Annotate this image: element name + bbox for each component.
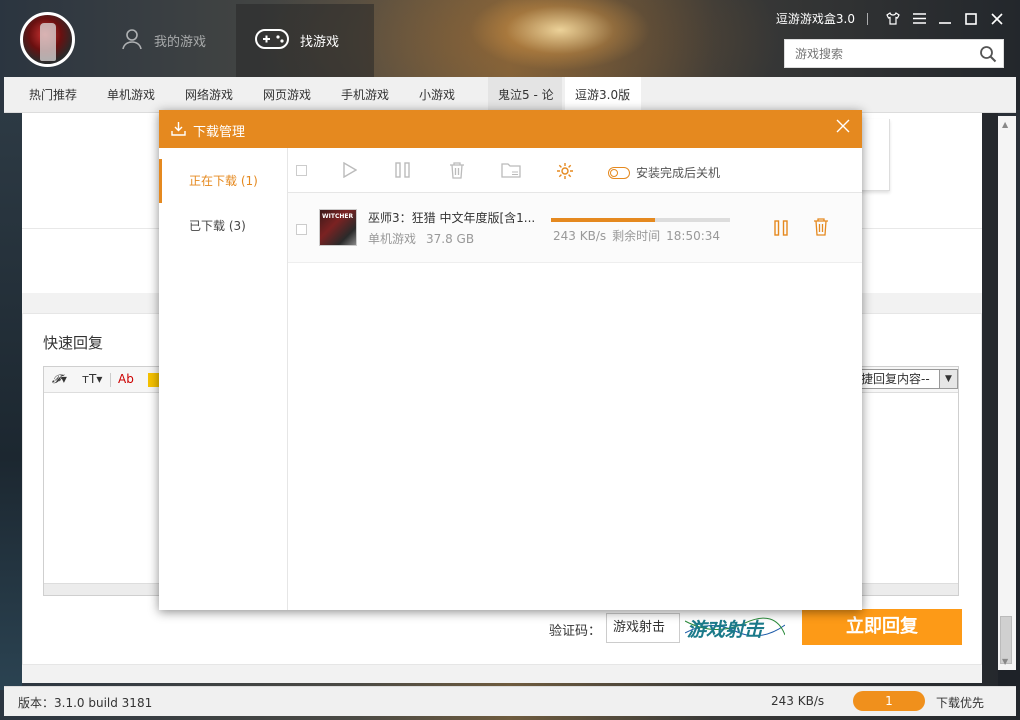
- font-family-icon[interactable]: 𝓕▾: [52, 372, 67, 387]
- captcha-glyphs: 游戏射击: [687, 619, 764, 641]
- download-speed-value: 243 KB/s: [553, 229, 607, 243]
- toggle-switch: [608, 166, 630, 179]
- select-all-checkbox[interactable]: [296, 165, 307, 179]
- dialog-title: 下载管理: [193, 125, 246, 140]
- pause-icon[interactable]: [774, 220, 788, 239]
- gamepad-icon: [254, 26, 290, 56]
- scroll-up-icon[interactable]: ▲: [1002, 120, 1008, 129]
- thumb-title: WITCHER: [322, 213, 354, 220]
- game-meta: 单机游戏 37.8 GB: [368, 230, 484, 247]
- download-sidebar: 正在下载 (1) 已下载 (3): [159, 148, 288, 610]
- download-icon: [171, 121, 186, 139]
- page-tab-devil-may-cry[interactable]: 鬼泣5 - 论: [488, 77, 562, 113]
- user-avatar[interactable]: [20, 12, 75, 67]
- minimize-icon[interactable]: [938, 12, 952, 26]
- settings-gear-icon[interactable]: [556, 162, 574, 183]
- user-icon: [120, 27, 144, 55]
- download-item[interactable]: WITCHER 巫师3：狂猎 中文年度版[含1... 单机游戏 37.8 GB 2…: [288, 193, 862, 263]
- nav-find-games-label: 找游戏: [300, 35, 340, 50]
- search-box: [784, 39, 1004, 68]
- download-rate: 243 KB/s 剩余时间 18:50:34: [553, 227, 726, 244]
- search-input[interactable]: [785, 40, 975, 67]
- top-header: 我的游戏 找游戏 逗游游戏盒3.0: [0, 0, 1020, 77]
- chevron-down-icon: ▼: [939, 370, 957, 388]
- skin-icon[interactable]: [886, 12, 900, 26]
- scroll-down-icon[interactable]: ▼: [1002, 657, 1008, 666]
- download-progress-bar: [551, 218, 730, 222]
- start-icon[interactable]: [343, 161, 358, 181]
- category-tab-mini[interactable]: 小游戏: [419, 77, 455, 113]
- captcha-image[interactable]: 游戏射击: [685, 611, 785, 643]
- quick-reply-select[interactable]: 捷回复内容-- ▼: [858, 369, 958, 389]
- font-color-button[interactable]: Ab: [118, 372, 134, 386]
- toolbar-divider: [110, 373, 111, 387]
- quick-reply-select-value: 捷回复内容--: [861, 372, 930, 386]
- download-manager-dialog: 下载管理 正在下载 (1) 已下载 (3) 安装完成后关机 WITCHER 巫师…: [159, 110, 862, 610]
- window-controls: 逗游游戏盒3.0: [776, 10, 1010, 27]
- search-icon[interactable]: [979, 45, 997, 66]
- nav-find-games[interactable]: 找游戏: [236, 4, 374, 77]
- dialog-header: 下载管理: [159, 110, 862, 148]
- tab-downloaded[interactable]: 已下载 (3): [159, 204, 287, 248]
- page-tab-douyou[interactable]: 逗游3.0版: [565, 77, 641, 113]
- page-scrollbar[interactable]: ▲ ▼: [998, 116, 1016, 670]
- download-speed: 243 KB/s: [771, 694, 825, 708]
- status-bar: 版本：3.1.0 build 3181 243 KB/s 1 下载优先: [4, 686, 1016, 716]
- quick-reply-title: 快速回复: [43, 334, 104, 352]
- item-checkbox[interactable]: [296, 224, 307, 235]
- category-tab-single[interactable]: 单机游戏: [107, 77, 155, 113]
- game-category: 单机游戏: [368, 232, 417, 246]
- game-size: 37.8 GB: [426, 232, 475, 246]
- category-tab-web[interactable]: 网页游戏: [263, 77, 311, 113]
- category-tab-hot[interactable]: 热门推荐: [29, 77, 77, 113]
- shutdown-after-install-toggle[interactable]: 安装完成后关机: [608, 164, 720, 181]
- shutdown-toggle-label: 安装完成后关机: [636, 166, 721, 180]
- app-title: 逗游游戏盒3.0: [775, 12, 855, 26]
- download-progress-fill: [551, 218, 655, 222]
- delete-icon[interactable]: [449, 162, 465, 182]
- close-icon[interactable]: [990, 12, 1004, 26]
- menu-icon[interactable]: [912, 12, 926, 26]
- download-toolbar: 安装完成后关机: [288, 148, 862, 193]
- tab-downloading[interactable]: 正在下载 (1): [159, 159, 287, 203]
- title-separator: [867, 12, 868, 25]
- dialog-close-icon[interactable]: [836, 119, 850, 136]
- maximize-icon[interactable]: [964, 12, 978, 26]
- nav-my-games[interactable]: 我的游戏: [96, 4, 236, 77]
- font-size-icon[interactable]: тT▾: [82, 372, 102, 386]
- game-name: 巫师3：狂猎 中文年度版[含1...: [368, 211, 536, 225]
- category-bar: 热门推荐 单机游戏 网络游戏 网页游戏 手机游戏 小游戏 鬼泣5 - 论 逗游3…: [4, 77, 1016, 113]
- remaining-label: 剩余时间: [612, 229, 661, 243]
- captcha-label: 验证码：: [549, 624, 602, 639]
- submit-reply-button[interactable]: 立即回复: [802, 609, 962, 645]
- trash-icon[interactable]: [813, 218, 829, 239]
- captcha-input[interactable]: 游戏射击: [606, 613, 680, 643]
- download-count-badge[interactable]: 1: [853, 691, 925, 711]
- background-left-strip: [0, 110, 22, 690]
- folder-icon[interactable]: [501, 162, 521, 181]
- game-thumbnail: WITCHER: [319, 209, 357, 246]
- category-tab-online[interactable]: 网络游戏: [185, 77, 233, 113]
- remaining-time: 18:50:34: [666, 229, 721, 243]
- pause-all-icon[interactable]: [395, 162, 411, 181]
- version-text: 版本：3.1.0 build 3181: [18, 696, 153, 710]
- category-tab-mobile[interactable]: 手机游戏: [341, 77, 389, 113]
- download-priority-toggle[interactable]: 下载优先: [936, 694, 984, 711]
- nav-my-games-label: 我的游戏: [154, 35, 207, 50]
